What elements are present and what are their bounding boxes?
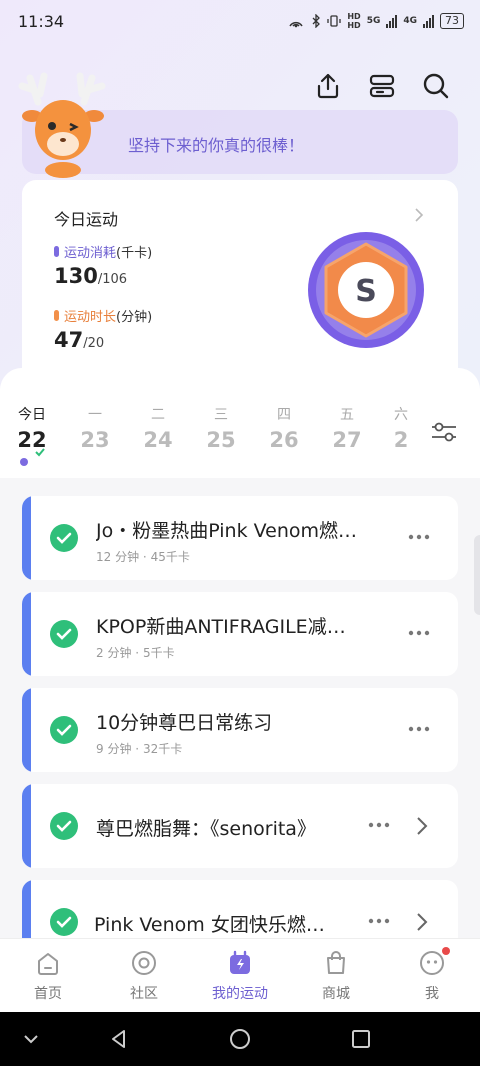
more-options-icon[interactable] <box>368 822 390 828</box>
completed-check-icon <box>50 620 78 648</box>
banner-text: 坚持下来的你真的很棒！ <box>128 136 305 155</box>
search-icon[interactable] <box>422 72 450 100</box>
vibrate-icon <box>327 15 341 27</box>
device-icon[interactable] <box>368 72 396 100</box>
stats-title: 今日运动 <box>54 210 119 229</box>
day-thu[interactable]: 四 26 <box>264 404 304 452</box>
week-selector: 今日 22 一 23 二 24 三 25 四 26 五 27 六 2 <box>0 368 480 478</box>
signal-icon-2 <box>423 14 434 28</box>
nav-profile[interactable]: 我 <box>384 947 480 1003</box>
workout-item[interactable]: Jo・粉墨热曲Pink Venom燃… 12 分钟 · 45千卡 <box>22 496 458 580</box>
system-nav-bar <box>0 1012 480 1066</box>
workout-meta: 9 分钟 · 32千卡 <box>96 742 183 756</box>
activity-ring-badge: S <box>308 232 424 348</box>
bottom-nav: 首页 社区 我的运动 商城 我 <box>0 938 480 1013</box>
calories-value: 130/106 <box>54 264 128 288</box>
today-stats-card[interactable]: 今日运动 运动消耗(千卡) 130/106 运动时长(分钟) 47/20 S <box>22 180 458 390</box>
hd-label: HD HD <box>347 12 361 30</box>
day-mon[interactable]: 一 23 <box>75 404 115 452</box>
home-button-icon[interactable] <box>229 1028 251 1050</box>
badge-letter: S <box>355 274 377 309</box>
workout-item[interactable]: 10分钟尊巴日常练习 9 分钟 · 32千卡 <box>22 688 458 772</box>
workout-item[interactable]: Pink Venom 女团快乐燃… <box>22 880 458 938</box>
back-icon[interactable] <box>108 1028 130 1050</box>
nav-home[interactable]: 首页 <box>0 949 96 1003</box>
nav-my-sport[interactable]: 我的运动 <box>192 949 288 1003</box>
chevron-right-icon[interactable] <box>416 912 428 932</box>
completed-check-icon <box>50 524 78 552</box>
hotspot-icon <box>289 21 303 28</box>
completed-check-icon <box>50 716 78 744</box>
workout-item[interactable]: KPOP新曲ANTIFRAGILE减… 2 分钟 · 5千卡 <box>22 592 458 676</box>
duration-label: 运动时长(分钟) <box>54 306 152 325</box>
shop-icon <box>327 951 345 974</box>
status-time: 11:34 <box>18 12 65 31</box>
day-today[interactable]: 今日 22 <box>12 404 52 466</box>
day-wed[interactable]: 三 25 <box>201 404 241 452</box>
network-5g: 5G <box>366 16 381 26</box>
network-4g: 4G <box>403 16 417 26</box>
workout-meta: 2 分钟 · 5千卡 <box>96 646 175 660</box>
more-options-icon[interactable] <box>408 534 430 540</box>
bluetooth-icon <box>312 14 321 28</box>
nav-community[interactable]: 社区 <box>96 949 192 1003</box>
status-bar: 11:34 HD HD 5G 4G 73 <box>0 0 480 44</box>
recents-icon[interactable] <box>350 1028 372 1050</box>
more-options-icon[interactable] <box>368 918 390 924</box>
chevron-right-icon[interactable] <box>416 816 428 836</box>
more-options-icon[interactable] <box>408 726 430 732</box>
calories-label: 运动消耗(千卡) <box>54 242 152 261</box>
home-icon <box>38 953 58 975</box>
workout-item[interactable]: 尊巴燃脂舞：《senorita》 <box>22 784 458 868</box>
chevron-down-icon[interactable] <box>20 1028 42 1050</box>
filter-settings-icon[interactable] <box>430 418 458 446</box>
workout-title: KPOP新曲ANTIFRAGILE减… <box>96 616 346 638</box>
community-icon <box>132 951 156 975</box>
top-actions <box>314 72 450 100</box>
deer-mascot-icon <box>18 72 106 178</box>
notification-dot <box>442 947 450 955</box>
workout-meta: 12 分钟 · 45千卡 <box>96 550 190 564</box>
battery-icon: 73 <box>440 13 464 29</box>
status-icons: HD HD 5G 4G 73 <box>287 12 464 30</box>
completed-check-icon <box>50 908 78 936</box>
day-fri[interactable]: 五 27 <box>327 404 367 452</box>
workout-title: Jo・粉墨热曲Pink Venom燃… <box>96 520 358 542</box>
workout-title: 尊巴燃脂舞：《senorita》 <box>96 818 316 840</box>
workout-title: Pink Venom 女团快乐燃… <box>94 914 325 936</box>
day-mark-dot <box>20 458 28 466</box>
chevron-right-icon <box>415 208 424 222</box>
side-drawer-handle[interactable] <box>474 535 480 615</box>
day-sat[interactable]: 六 2 <box>386 404 416 452</box>
nav-shop[interactable]: 商城 <box>288 949 384 1003</box>
completed-check-icon <box>50 812 78 840</box>
more-options-icon[interactable] <box>408 630 430 636</box>
signal-icon <box>386 14 398 28</box>
day-tue[interactable]: 二 24 <box>138 404 178 452</box>
my-sport-icon <box>230 950 250 974</box>
share-icon[interactable] <box>314 72 342 100</box>
workout-title: 10分钟尊巴日常练习 <box>96 712 273 734</box>
duration-value: 47/20 <box>54 328 105 352</box>
done-check-icon <box>35 448 45 457</box>
